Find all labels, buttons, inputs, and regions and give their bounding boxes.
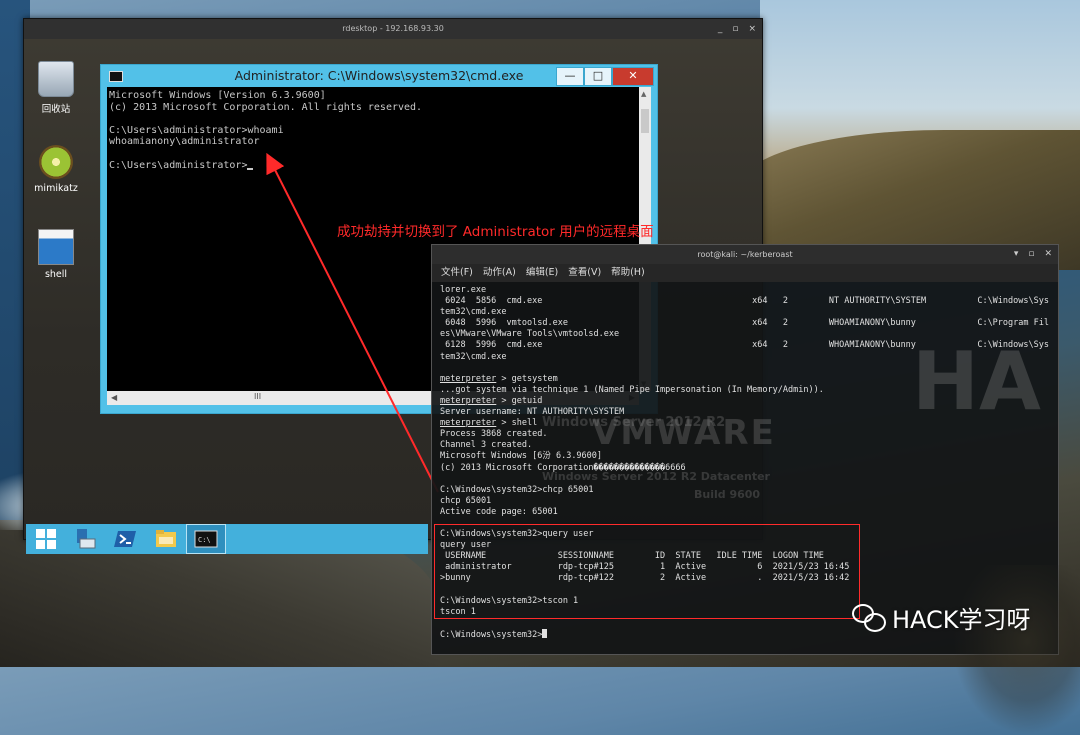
menu-view[interactable]: 查看(V) xyxy=(568,264,601,282)
term-line: meterpreter > getsystem xyxy=(440,373,558,384)
term-line: 6048 5996 vmtoolsd.exe x64 2 WHOAMIANONY… xyxy=(440,318,1049,329)
watermark: HACK学习呀 xyxy=(852,600,1031,635)
term-line: 6128 5996 cmd.exe x64 2 WHOAMIANONY\bunn… xyxy=(440,340,1049,351)
term-line: Active code page: 65001 xyxy=(440,506,558,517)
meterpreter-prompt: meterpreter xyxy=(440,418,497,429)
kali-maximize-button[interactable]: ▫ xyxy=(1028,245,1034,264)
text-cursor xyxy=(542,628,548,638)
term-line: Microsoft Windows [6汾 6.3.9600] xyxy=(440,451,603,462)
term-line: meterpreter > shell xyxy=(440,418,538,429)
kali-title: root@kali: ~/kerberoast xyxy=(697,250,793,259)
term-line: 6024 5856 cmd.exe x64 2 NT AUTHORITY\SYS… xyxy=(440,296,1049,307)
term-line: chcp 65001 xyxy=(440,495,492,506)
term-line: lorer.exe xyxy=(440,285,487,295)
menu-action[interactable]: 动作(A) xyxy=(483,264,516,282)
highlight-box xyxy=(434,524,860,619)
term-prompt: C:\Windows\system32> xyxy=(440,629,543,640)
annotation-text: 成功劫持并切换到了 Administrator 用户的远程桌面 xyxy=(337,224,654,240)
menu-help[interactable]: 帮助(H) xyxy=(611,264,645,282)
kali-close-button[interactable]: ✕ xyxy=(1044,245,1052,264)
term-line: tem32\cmd.exe xyxy=(440,307,507,318)
meterpreter-prompt: meterpreter xyxy=(440,395,497,406)
kali-minimize-button[interactable]: ▾ xyxy=(1014,245,1019,264)
term-line: Channel 3 created. xyxy=(440,440,533,451)
watermark-text: HACK学习呀 xyxy=(892,606,1031,634)
term-line: meterpreter > getuid xyxy=(440,395,543,406)
term-line: Server username: NT AUTHORITY\SYSTEM xyxy=(440,407,625,418)
wechat-icon xyxy=(852,603,886,632)
term-line: (c) 2013 Microsoft Corporation����������… xyxy=(440,462,686,473)
term-line: ...got system via technique 1 (Named Pip… xyxy=(440,384,824,395)
menu-file[interactable]: 文件(F) xyxy=(441,264,473,282)
kali-menubar: 文件(F) 动作(A) 编辑(E) 查看(V) 帮助(H) xyxy=(432,264,1058,282)
menu-edit[interactable]: 编辑(E) xyxy=(526,264,558,282)
meterpreter-prompt: meterpreter xyxy=(440,373,497,384)
term-line xyxy=(440,474,1040,485)
term-line: C:\Windows\system32>chcp 65001 xyxy=(440,484,594,495)
term-line: es\VMware\VMware Tools\vmtoolsd.exe xyxy=(440,329,620,340)
term-line: Process 3868 created. xyxy=(440,429,548,440)
kali-titlebar[interactable]: root@kali: ~/kerberoast ▾ ▫ ✕ xyxy=(432,245,1058,264)
term-line: tem32\cmd.exe xyxy=(440,351,507,362)
term-line xyxy=(440,363,1040,374)
